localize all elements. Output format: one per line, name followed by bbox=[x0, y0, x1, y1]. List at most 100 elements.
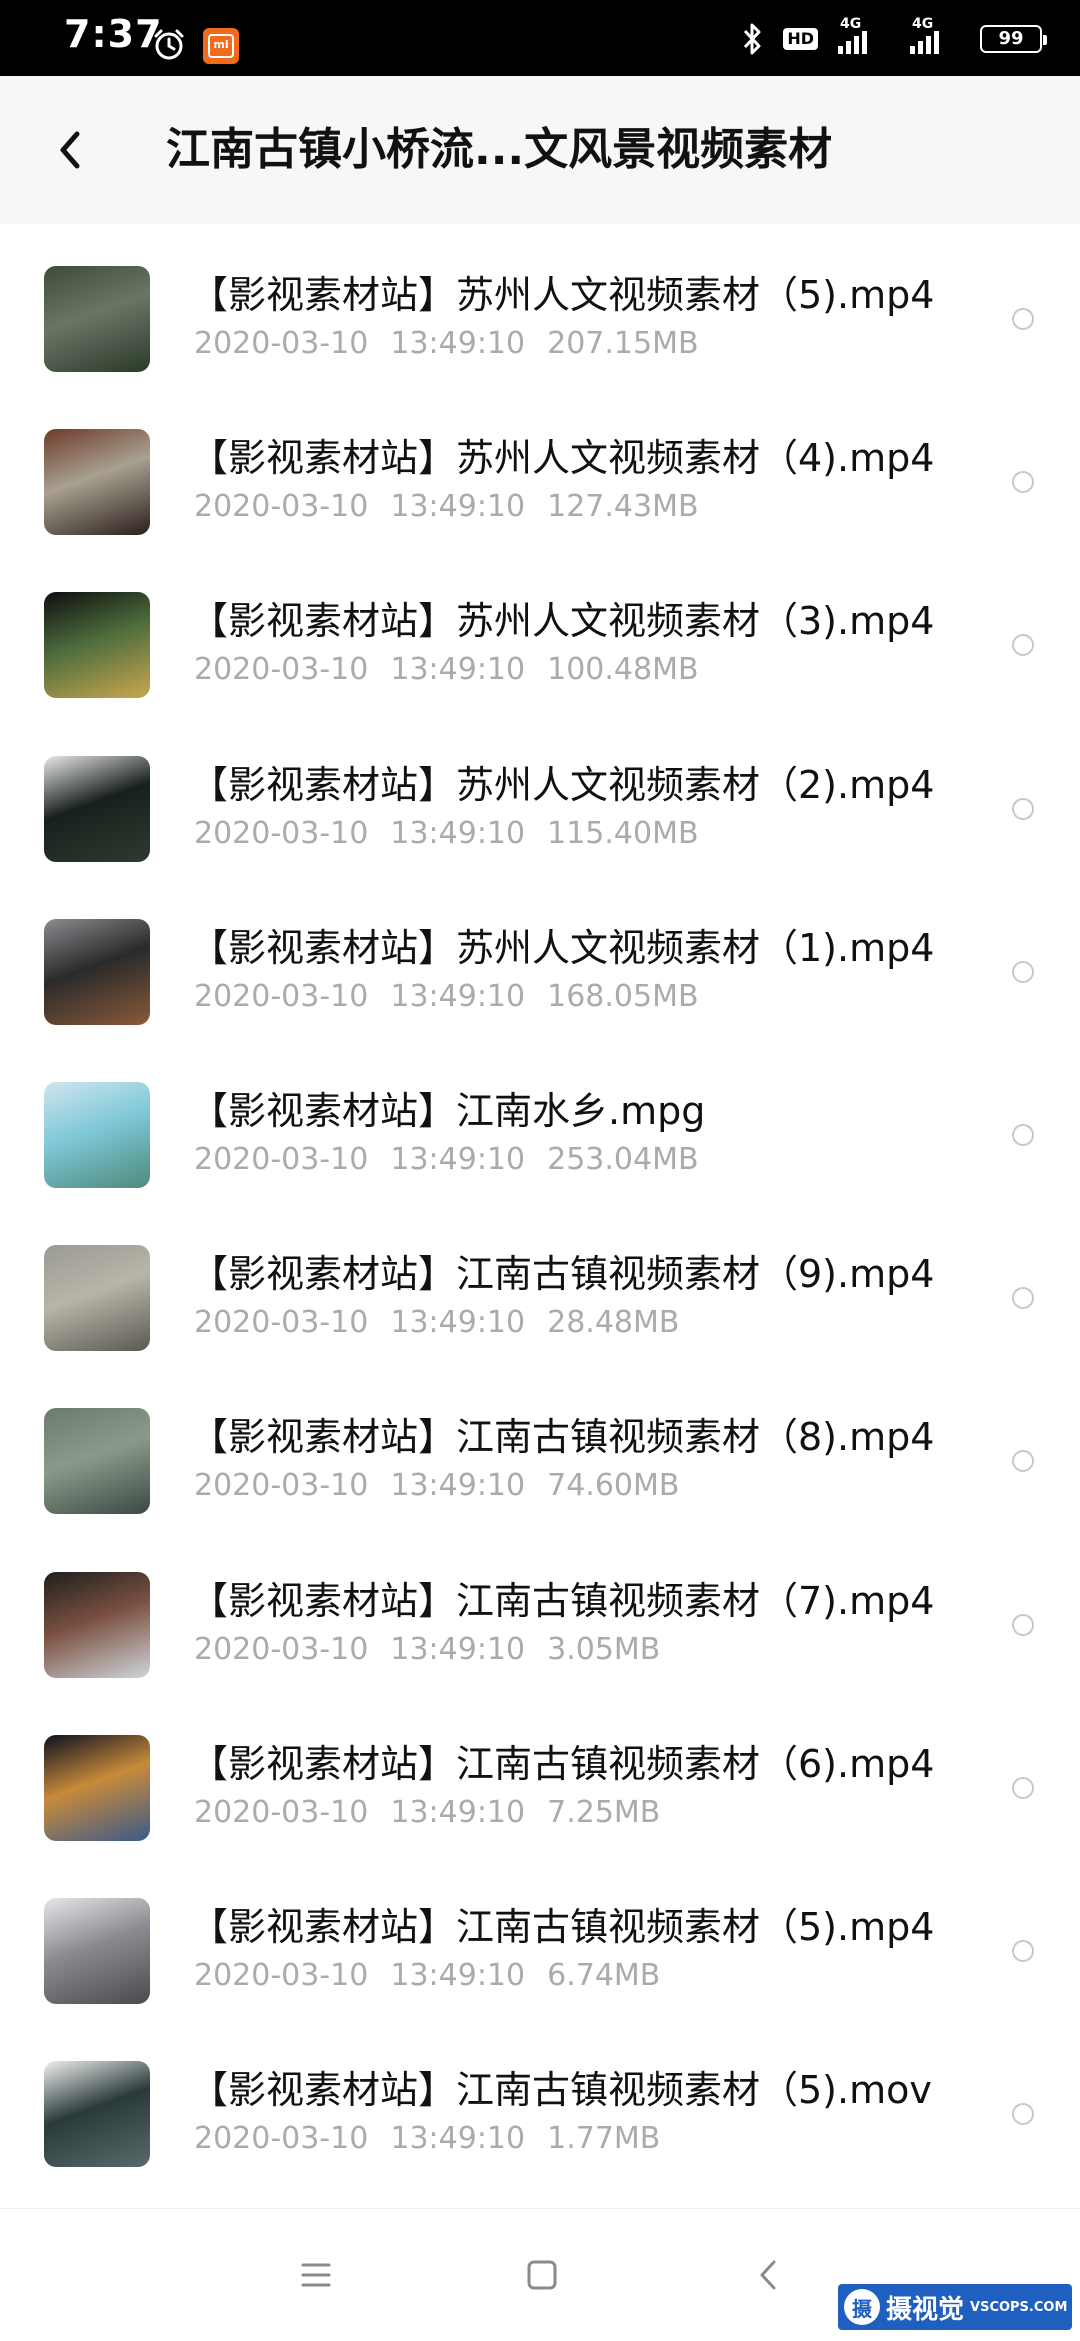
file-meta: 2020-03-10 13:49:10 6.74MB bbox=[194, 1956, 682, 1996]
file-meta: 2020-03-10 13:49:10 127.43MB bbox=[194, 487, 721, 527]
select-radio[interactable] bbox=[1012, 1939, 1034, 1962]
list-item[interactable]: 【影视素材站】江南古镇视频素材（8).mp4 2020-03-10 13:49:10… bbox=[0, 1366, 1080, 1529]
video-thumbnail bbox=[44, 1081, 150, 1188]
file-name: 【影视素材站】江南古镇视频素材（5).mp4 bbox=[190, 1904, 935, 1949]
watermark-domain: VSCOPS.COM bbox=[970, 2299, 1068, 2315]
list-item[interactable]: 【影视素材站】苏州人文视频素材（3).mp4 2020-03-10 13:49:10… bbox=[0, 550, 1080, 713]
file-time: 13:49:10 bbox=[390, 1794, 526, 1830]
file-size: 28.48MB bbox=[547, 1305, 680, 1341]
file-time: 13:49:10 bbox=[390, 1141, 526, 1177]
list-item[interactable]: 【影视素材站】江南古镇视频素材（6).mp4 2020-03-10 13:49:10… bbox=[0, 1693, 1080, 1856]
back-button[interactable] bbox=[40, 120, 100, 180]
select-radio[interactable] bbox=[1012, 634, 1034, 657]
watermark-logo: 摄 摄视觉 VSCOPS.COM bbox=[838, 2284, 1072, 2330]
file-time: 13:49:10 bbox=[390, 1631, 526, 1667]
list-item[interactable]: 【影视素材站】苏州人文视频素材（4).mp4 2020-03-10 13:49:10… bbox=[0, 387, 1080, 550]
select-radio[interactable] bbox=[1012, 1287, 1034, 1310]
file-size: 74.60MB bbox=[547, 1468, 680, 1504]
file-name: 【影视素材站】江南古镇视频素材（7).mp4 bbox=[190, 1578, 935, 1623]
select-radio[interactable] bbox=[1012, 2103, 1034, 2126]
file-meta: 2020-03-10 13:49:10 28.48MB bbox=[194, 1303, 701, 1343]
file-meta: 2020-03-10 13:49:10 253.04MB bbox=[194, 1140, 721, 1180]
video-thumbnail bbox=[44, 1897, 150, 2004]
battery-icon: 99 bbox=[980, 25, 1047, 53]
header: 江南古镇小桥流...文风景视频素材 bbox=[0, 76, 1080, 224]
file-date: 2020-03-10 bbox=[194, 2121, 369, 2157]
home-square-icon bbox=[527, 2260, 557, 2290]
file-name: 【影视素材站】江南古镇视频素材（5).mov bbox=[190, 2068, 932, 2113]
file-size: 127.43MB bbox=[547, 489, 699, 525]
bluetooth-icon bbox=[744, 23, 761, 55]
file-time: 13:49:10 bbox=[390, 489, 526, 525]
file-date: 2020-03-10 bbox=[194, 1794, 369, 1830]
file-meta: 2020-03-10 13:49:10 3.05MB bbox=[194, 1630, 682, 1670]
video-thumbnail bbox=[44, 2061, 150, 2168]
list-item[interactable]: 【影视素材站】江南古镇视频素材（5).mov 2020-03-10 13:49:10… bbox=[0, 2019, 1080, 2182]
nav-back-button[interactable] bbox=[738, 2245, 798, 2305]
file-meta: 2020-03-10 13:49:10 207.15MB bbox=[194, 324, 721, 364]
hd-badge: HD bbox=[783, 28, 818, 50]
file-date: 2020-03-10 bbox=[194, 489, 369, 525]
file-size: 115.40MB bbox=[547, 815, 699, 851]
list-item[interactable]: 【影视素材站】苏州人文视频素材（2).mp4 2020-03-10 13:49:10… bbox=[0, 714, 1080, 877]
file-date: 2020-03-10 bbox=[194, 1631, 369, 1667]
watermark-camera-icon: 摄 bbox=[844, 2289, 880, 2325]
file-size: 168.05MB bbox=[547, 978, 699, 1014]
list-item[interactable]: 【影视素材站】江南古镇视频素材（7).mp4 2020-03-10 13:49:10… bbox=[0, 1530, 1080, 1693]
file-name: 【影视素材站】江南水乡.mpg bbox=[190, 1088, 706, 1133]
list-item[interactable]: 【影视素材站】江南古镇视频素材（9).mp4 2020-03-10 13:49:10… bbox=[0, 1203, 1080, 1366]
mi-icon: mi bbox=[203, 28, 239, 64]
signal-icon-2: 4G bbox=[908, 16, 962, 56]
select-radio[interactable] bbox=[1012, 1776, 1034, 1799]
select-radio[interactable] bbox=[1012, 797, 1034, 820]
video-thumbnail bbox=[44, 266, 150, 372]
video-thumbnail bbox=[44, 592, 150, 699]
file-name: 【影视素材站】苏州人文视频素材（3).mp4 bbox=[190, 599, 935, 644]
video-thumbnail bbox=[44, 1571, 150, 1678]
back-triangle-icon bbox=[760, 2260, 776, 2290]
file-time: 13:49:10 bbox=[390, 815, 526, 851]
file-name: 【影视素材站】苏州人文视频素材（2).mp4 bbox=[190, 762, 935, 807]
select-radio[interactable] bbox=[1012, 1123, 1034, 1146]
select-radio[interactable] bbox=[1012, 1450, 1034, 1473]
file-time: 13:49:10 bbox=[390, 978, 526, 1014]
watermark-text: 摄视觉 bbox=[886, 2294, 965, 2325]
file-list: 【影视素材站】苏州人文视频素材（5).mp4 2020-03-10 13:49:10… bbox=[0, 224, 1080, 2182]
menu-button[interactable] bbox=[286, 2245, 346, 2305]
file-date: 2020-03-10 bbox=[194, 978, 369, 1014]
video-thumbnail bbox=[44, 429, 150, 536]
file-meta: 2020-03-10 13:49:10 168.05MB bbox=[194, 977, 721, 1017]
list-item[interactable]: 【影视素材站】江南水乡.mpg 2020-03-10 13:49:10 253.04M… bbox=[0, 1040, 1080, 1203]
file-name: 【影视素材站】苏州人文视频素材（1).mp4 bbox=[190, 925, 935, 970]
file-meta: 2020-03-10 13:49:10 1.77MB bbox=[194, 2119, 682, 2159]
select-radio[interactable] bbox=[1012, 471, 1034, 494]
file-time: 13:49:10 bbox=[390, 1468, 526, 1504]
page-title: 江南古镇小桥流...文风景视频素材 bbox=[166, 124, 833, 175]
file-size: 100.48MB bbox=[547, 652, 699, 688]
home-button[interactable] bbox=[512, 2245, 572, 2305]
file-date: 2020-03-10 bbox=[194, 326, 369, 361]
file-date: 2020-03-10 bbox=[194, 1141, 369, 1177]
network-type-label: 4G bbox=[840, 16, 862, 32]
file-name: 【影视素材站】江南古镇视频素材（8).mp4 bbox=[190, 1415, 935, 1460]
signal-icon: 4G bbox=[836, 16, 890, 56]
file-date: 2020-03-10 bbox=[194, 1957, 369, 1993]
file-size: 3.05MB bbox=[547, 1631, 661, 1667]
select-radio[interactable] bbox=[1012, 1613, 1034, 1636]
list-item[interactable]: 【影视素材站】苏州人文视频素材（5).mp4 2020-03-10 13:49:10… bbox=[0, 224, 1080, 387]
status-time: 7:37 bbox=[64, 12, 163, 56]
file-meta: 2020-03-10 13:49:10 74.60MB bbox=[194, 1466, 701, 1506]
list-item[interactable]: 【影视素材站】苏州人文视频素材（1).mp4 2020-03-10 13:49:10… bbox=[0, 877, 1080, 1040]
file-size: 1.77MB bbox=[547, 2121, 661, 2157]
video-thumbnail bbox=[44, 918, 150, 1025]
select-radio[interactable] bbox=[1012, 960, 1034, 983]
list-item[interactable]: 【影视素材站】江南古镇视频素材（5).mp4 2020-03-10 13:49:10… bbox=[0, 1856, 1080, 2019]
file-date: 2020-03-10 bbox=[194, 652, 369, 688]
file-size: 6.74MB bbox=[547, 1957, 661, 1993]
file-date: 2020-03-10 bbox=[194, 1468, 369, 1504]
file-meta: 2020-03-10 13:49:10 100.48MB bbox=[194, 650, 721, 690]
select-radio[interactable] bbox=[1012, 308, 1034, 330]
video-thumbnail bbox=[44, 1408, 150, 1515]
file-name: 【影视素材站】江南古镇视频素材（6).mp4 bbox=[190, 1741, 935, 1786]
file-date: 2020-03-10 bbox=[194, 815, 369, 851]
